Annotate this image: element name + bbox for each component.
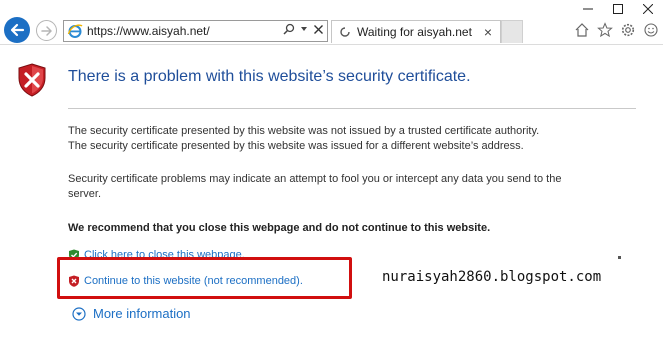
more-information-label[interactable]: More information [93,306,191,321]
maximize-icon [613,4,623,14]
search-icon[interactable] [283,23,295,35]
more-information-toggle[interactable]: More information [72,306,191,321]
artifact-dot [618,256,621,259]
forward-button[interactable] [36,20,57,41]
highlight-annotation [57,257,352,299]
window-controls [573,0,663,18]
settings-button[interactable] [619,21,636,38]
tab-title: Waiting for aisyah.net [357,25,472,39]
tab-active[interactable]: Waiting for aisyah.net × [331,20,501,43]
gear-icon [621,23,634,36]
smiley-button[interactable] [642,21,659,38]
chevron-down-icon [72,306,86,321]
page-content: There is a problem with this website’s s… [0,46,663,351]
security-shield-icon [18,63,46,97]
address-bar[interactable]: https://www.aisyah.net/ [63,20,328,42]
loading-icon [340,27,350,37]
stop-icon[interactable] [313,24,324,35]
tab-close-icon[interactable]: × [484,24,492,40]
ie-logo-icon [67,24,83,38]
warning-text-line-1: Security certificate problems may indica… [68,173,562,185]
back-arrow-icon [10,23,25,37]
chevron-down-icon[interactable] [300,25,308,33]
watermark-text: nuraisyah2860.blogspot.com [380,269,604,285]
certificate-error-line-1: The security certificate presented by th… [68,125,540,137]
toolbar-icons [573,21,659,38]
browser-toolbar: https://www.aisyah.net/ Waiting for aisy… [0,0,663,45]
new-tab-button[interactable] [501,20,523,43]
maximize-button[interactable] [603,0,633,18]
star-icon [596,21,613,37]
warning-text-line-2: server. [68,188,102,200]
home-icon [575,22,588,37]
close-window-button[interactable] [633,0,663,18]
certificate-error-line-2: The security certificate presented by th… [68,140,524,152]
home-button[interactable] [573,21,590,38]
back-button[interactable] [4,17,30,43]
close-icon [643,4,653,14]
divider [68,108,636,109]
minimize-icon [583,8,593,10]
forward-arrow-icon [40,25,52,36]
favorites-button[interactable] [596,21,613,38]
recommendation-text: We recommend that you close this webpage… [68,222,491,234]
minimize-button[interactable] [573,0,603,18]
address-url[interactable]: https://www.aisyah.net/ [87,24,210,38]
page-title: There is a problem with this website’s s… [68,68,471,85]
address-tools[interactable] [283,23,324,35]
smiley-icon [643,22,658,37]
